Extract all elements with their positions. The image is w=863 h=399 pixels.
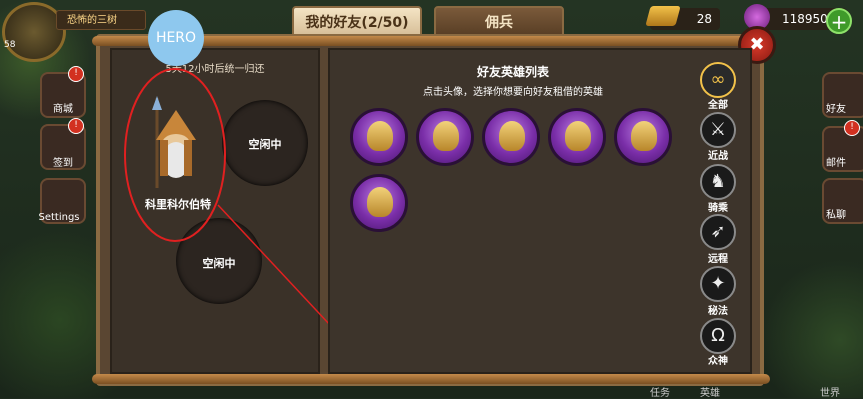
- friend-hero-1[interactable]: [350, 108, 408, 166]
- shield-warrior-icon: [433, 121, 459, 151]
- spartan-icon: [499, 121, 525, 151]
- rider-icon: [367, 187, 393, 217]
- sword-icon[interactable]: ⚔: [700, 112, 736, 148]
- friend-hero-3[interactable]: [482, 108, 540, 166]
- list-subtitle: 点击头像，选择你想要向好友租借的英雄: [423, 87, 603, 98]
- friend-hero-2[interactable]: [416, 108, 474, 166]
- filter-melee-label: 近战: [708, 151, 728, 162]
- friend-hero-5[interactable]: [614, 108, 672, 166]
- magic-icon[interactable]: ✦: [700, 266, 736, 302]
- bottom-quest-label: 任务: [650, 388, 670, 399]
- list-title: 好友英雄列表: [476, 65, 549, 79]
- filter-ranged-label: 远程: [708, 254, 728, 265]
- friend-hero-4[interactable]: [548, 108, 606, 166]
- bow-icon[interactable]: ➶: [700, 214, 736, 250]
- valkyrie-icon: [631, 121, 657, 151]
- filter-mounted-label: 骑乘: [708, 203, 728, 214]
- horse-icon[interactable]: ♞: [700, 164, 736, 200]
- filter-gods-label: 众神: [708, 356, 728, 367]
- infinity-icon[interactable]: ∞: [700, 62, 736, 98]
- omega-icon[interactable]: Ω: [700, 318, 736, 354]
- bottom-hero-label: 英雄: [700, 388, 720, 399]
- friend-hero-6[interactable]: [350, 174, 408, 232]
- filter-all-label: 全部: [708, 100, 728, 111]
- annotation-ellipse: [124, 68, 226, 242]
- world-button-label: 世界: [820, 388, 840, 399]
- filter-arcane-label: 秘法: [708, 306, 728, 317]
- knight-icon: [367, 121, 393, 151]
- swordsman-icon: [565, 121, 591, 151]
- annotation-line: [217, 204, 331, 326]
